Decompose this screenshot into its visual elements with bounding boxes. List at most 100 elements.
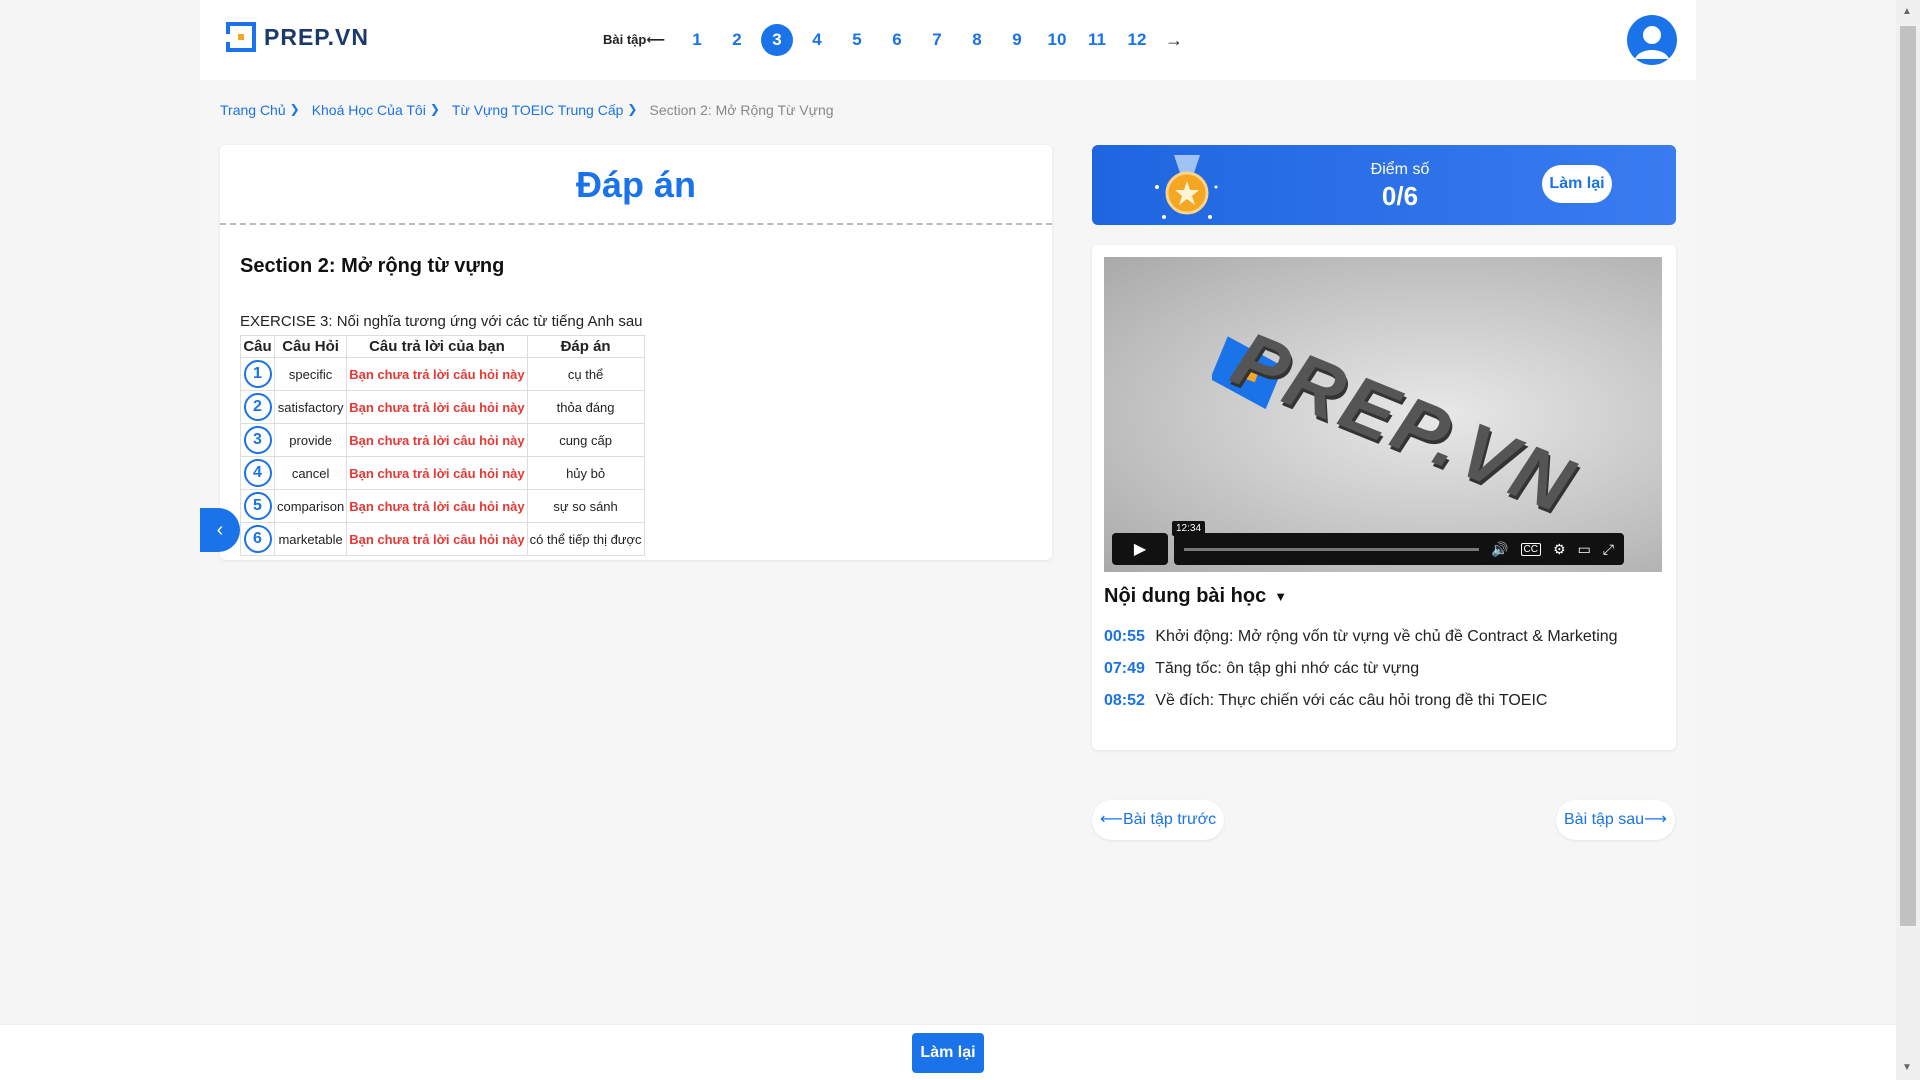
your-answer-cell: Bạn chưa trả lời câu hỏi này [346,489,528,523]
page-scrollbar[interactable]: ▲ ▼ [1896,0,1920,1080]
column-header: Câu trả lời của bạn [346,335,528,358]
chapter-title: Khởi động: Mở rộng vốn từ vựng về chủ đề… [1155,628,1618,645]
chevron-right-icon: ❯ [429,102,440,116]
scroll-up-arrow-icon[interactable]: ▲ [1902,6,1912,17]
page-3[interactable]: 3 [760,24,793,56]
page-6[interactable]: 6 [881,24,913,56]
breadcrumb-current: Section 2: Mở Rộng Từ Vựng [649,102,834,118]
user-avatar-icon[interactable] [1627,15,1677,65]
play-icon[interactable]: ▶ [1112,533,1168,565]
top-header: PREP.VN Bài tập⟵ 1 2 3 4 5 6 7 8 9 10 11… [200,0,1696,80]
your-answer-cell: Bạn chưa trả lời câu hỏi này [346,390,528,424]
previous-exercise-button[interactable]: ⟵Bài tập trước [1092,800,1225,840]
question-cell: cancel [273,456,348,490]
picture-in-picture-icon[interactable]: ▭ [1578,541,1591,558]
bottom-bar: Làm lại [0,1024,1896,1080]
correct-answer-cell: hủy bỏ [526,456,645,490]
pager-next-arrow-icon[interactable]: → [1165,30,1183,51]
breadcrumb-my-courses[interactable]: Khoá Học Của Tôi [312,102,426,118]
chapter-time[interactable]: 08:52 [1104,692,1145,709]
progress-track[interactable] [1184,547,1480,551]
question-number-badge[interactable]: 4 [243,459,272,487]
breadcrumb-course[interactable]: Từ Vựng TOEIC Trung Cấp [452,102,624,118]
page-11[interactable]: 11 [1081,24,1113,56]
chapter-title: Về đích: Thực chiến với các câu hỏi tron… [1155,692,1548,709]
settings-gear-icon[interactable]: ⚙ [1553,541,1566,558]
page-2[interactable]: 2 [721,24,753,56]
column-header: Câu Hỏi [273,335,348,358]
chapter-list: 00:55 Khởi động: Mở rộng vốn từ vựng về … [1104,621,1664,717]
table-row: 5 comparison Bạn chưa trả lời câu hỏi nà… [240,489,645,523]
question-cell: comparison [273,489,348,523]
page-1[interactable]: 1 [681,24,713,56]
chevron-right-icon: ❯ [289,102,300,116]
prep-logo-icon [226,22,256,52]
exercise-pager: Bài tập⟵ 1 2 3 4 5 6 7 8 9 10 11 12 → [603,24,1183,56]
page-9[interactable]: 9 [1001,24,1033,56]
page-10[interactable]: 10 [1041,24,1073,56]
lesson-content-toggle[interactable]: Nội dung bài học ▼ [1104,585,1287,608]
volume-icon[interactable]: 🔊 [1491,541,1508,558]
column-header: Đáp án [526,335,645,358]
next-exercise-button[interactable]: Bài tập sau⟶ [1556,800,1675,840]
your-answer-cell: Bạn chưa trả lời câu hỏi này [346,456,528,490]
fullscreen-icon[interactable]: ⤢ [1603,541,1614,558]
question-number-badge[interactable]: 3 [243,426,272,454]
your-answer-cell: Bạn chưa trả lời câu hỏi này [346,522,528,556]
question-cell: marketable [273,522,348,556]
page-4[interactable]: 4 [801,24,833,56]
section-title: Section 2: Mở rộng từ vựng [240,255,505,277]
correct-answer-cell: cung cấp [526,423,645,457]
pager-label: Bài tập⟵ [603,32,665,47]
score-value: 0/6 [1381,181,1419,211]
table-row: 1 specific Bạn chưa trả lời câu hỏi này … [240,357,645,391]
page-5[interactable]: 5 [841,24,873,56]
correct-answer-cell: có thể tiếp thị được [526,522,645,556]
video-player[interactable]: PREP.VN 12:34 ▶ 🔊 CC ⚙ ▭ ⤢ [1104,257,1662,572]
scroll-thumb[interactable] [1900,26,1916,926]
chapter-time[interactable]: 00:55 [1104,628,1145,645]
correct-answer-cell: sự so sánh [526,489,645,523]
footer-retry-button[interactable]: Làm lại [912,1033,984,1073]
page-8[interactable]: 8 [961,24,993,56]
video-panel: PREP.VN 12:34 ▶ 🔊 CC ⚙ ▭ ⤢ Nội dung bài … [1092,245,1676,750]
question-cell: provide [273,423,348,457]
breadcrumb-home[interactable]: Trang Chủ [220,102,286,118]
chapter-item[interactable]: 00:55 Khởi động: Mở rộng vốn từ vựng về … [1104,621,1664,653]
question-number-badge[interactable]: 6 [243,525,272,553]
your-answer-cell: Bạn chưa trả lời câu hỏi này [346,357,528,391]
captions-icon[interactable]: CC [1520,542,1541,556]
table-header-row: Câu Câu Hỏi Câu trả lời của bạn Đáp án [240,335,645,358]
scroll-down-arrow-icon[interactable]: ▼ [1902,1062,1912,1073]
question-number-badge[interactable]: 5 [243,492,272,520]
exercise-title: EXERCISE 3: Nối nghĩa tương ứng với các … [240,313,643,330]
page-12[interactable]: 12 [1121,24,1153,56]
page-7[interactable]: 7 [921,24,953,56]
table-row: 3 provide Bạn chưa trả lời câu hỏi này c… [240,423,645,457]
caret-down-icon: ▼ [1274,589,1288,604]
score-label: Điểm số [1370,161,1430,178]
question-number-badge[interactable]: 2 [243,393,272,421]
table-row: 6 marketable Bạn chưa trả lời câu hỏi nà… [240,522,645,556]
breadcrumb: Trang Chủ ❯ Khoá Học Của Tôi ❯ Từ Vựng T… [220,102,834,118]
logo[interactable]: PREP.VN [226,22,369,52]
correct-answer-cell: thỏa đáng [526,390,645,424]
answer-panel: Đáp án Section 2: Mở rộng từ vựng EXERCI… [220,145,1052,560]
chapter-time[interactable]: 07:49 [1104,660,1145,677]
question-cell: satisfactory [273,390,348,424]
score-panel: Điểm số 0/6 Làm lại [1092,145,1676,225]
retry-button[interactable]: Làm lại [1542,165,1612,203]
question-number-badge[interactable]: 1 [243,360,272,388]
chapter-title: Tăng tốc: ôn tập ghi nhớ các từ vựng [1155,660,1420,677]
table-row: 4 cancel Bạn chưa trả lời câu hỏi này hủ… [240,456,645,490]
table-row: 2 satisfactory Bạn chưa trả lời câu hỏi … [240,390,645,424]
chevron-right-icon: ❯ [627,102,638,116]
medal-icon [1155,155,1218,219]
chapter-item[interactable]: 07:49 Tăng tốc: ôn tập ghi nhớ các từ vự… [1104,653,1664,685]
answer-title: Đáp án [220,145,1052,225]
control-bar: 🔊 CC ⚙ ▭ ⤢ [1174,533,1624,565]
video-controls: ▶ 🔊 CC ⚙ ▭ ⤢ [1112,533,1624,565]
chapter-item[interactable]: 08:52 Về đích: Thực chiến với các câu hỏ… [1104,685,1664,717]
your-answer-cell: Bạn chưa trả lời câu hỏi này [346,423,528,457]
correct-answer-cell: cụ thể [526,357,645,391]
